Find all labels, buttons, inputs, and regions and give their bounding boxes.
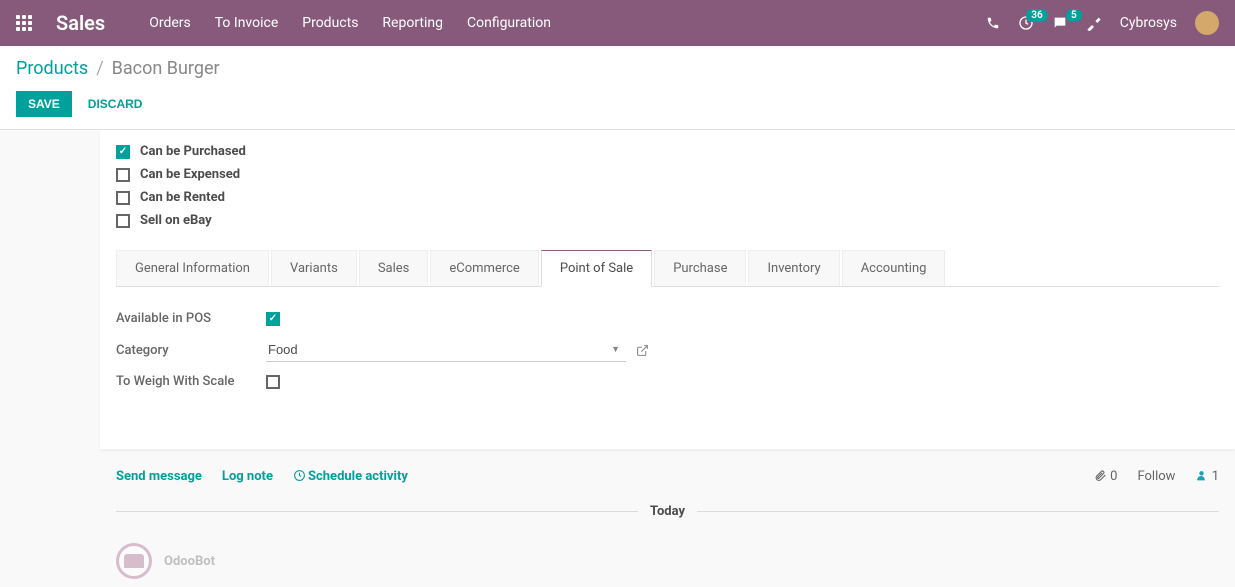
checkbox-icon[interactable] <box>116 168 130 182</box>
user-avatar[interactable] <box>1195 11 1219 35</box>
external-link-icon[interactable] <box>636 344 649 357</box>
menu-reporting[interactable]: Reporting <box>382 15 443 31</box>
followers-count[interactable]: 1 <box>1195 469 1219 484</box>
breadcrumb-current: Bacon Burger <box>112 58 220 79</box>
checkbox-label: Sell on eBay <box>140 213 212 228</box>
checkbox-icon[interactable] <box>116 191 130 205</box>
chat-badge: 5 <box>1066 9 1082 22</box>
menu-to-invoice[interactable]: To Invoice <box>215 15 279 31</box>
attachments-button[interactable]: 0 <box>1094 469 1118 484</box>
tab-content-pos: Available in POS Category ▼ To Weigh Wit… <box>116 287 1219 425</box>
tab-general-information[interactable]: General Information <box>116 250 269 287</box>
left-gutter <box>0 130 100 449</box>
checkbox-label: Can be Purchased <box>140 144 246 159</box>
chat-icon[interactable]: 5 <box>1052 15 1068 31</box>
dropdown-caret-icon[interactable]: ▼ <box>611 344 620 355</box>
weigh-checkbox[interactable] <box>266 375 280 389</box>
breadcrumb: Products / Bacon Burger <box>0 46 1235 91</box>
checkbox-icon[interactable] <box>116 145 130 159</box>
chatter: Send message Log note Schedule activity … <box>100 449 1235 587</box>
checkbox-label: Can be Rented <box>140 190 225 205</box>
message-author: OdooBot <box>164 554 215 569</box>
message-row: OdooBot <box>116 535 1219 587</box>
send-message-button[interactable]: Send message <box>116 469 202 484</box>
left-gutter-chatter <box>0 449 100 587</box>
tab-purchase[interactable]: Purchase <box>654 250 746 287</box>
available-pos-checkbox[interactable] <box>266 312 280 326</box>
breadcrumb-root[interactable]: Products <box>16 58 88 79</box>
menu-products[interactable]: Products <box>302 15 358 31</box>
field-label-available-pos: Available in POS <box>116 311 266 326</box>
tools-icon[interactable] <box>1086 15 1102 31</box>
top-navbar: Sales Orders To Invoice Products Reporti… <box>0 0 1235 46</box>
action-bar: SAVE DISCARD <box>0 91 1235 130</box>
phone-icon[interactable] <box>986 16 1000 30</box>
follow-button[interactable]: Follow <box>1137 469 1175 484</box>
apps-icon[interactable] <box>16 15 32 31</box>
clock-badge: 36 <box>1026 9 1047 22</box>
app-brand: Sales <box>56 11 105 35</box>
option-can-be-purchased[interactable]: Can be Purchased <box>116 140 1219 163</box>
checkbox-icon[interactable] <box>116 214 130 228</box>
option-can-be-rented[interactable]: Can be Rented <box>116 186 1219 209</box>
field-label-weigh: To Weigh With Scale <box>116 374 266 389</box>
menu-configuration[interactable]: Configuration <box>467 15 551 31</box>
option-sell-on-ebay[interactable]: Sell on eBay <box>116 209 1219 232</box>
schedule-activity-button[interactable]: Schedule activity <box>293 469 408 484</box>
breadcrumb-sep: / <box>96 58 103 79</box>
tab-accounting[interactable]: Accounting <box>842 250 946 287</box>
option-can-be-expensed[interactable]: Can be Expensed <box>116 163 1219 186</box>
discard-button[interactable]: DISCARD <box>84 91 147 117</box>
username[interactable]: Cybrosys <box>1120 15 1177 31</box>
bot-avatar-icon <box>116 543 152 579</box>
form-sheet: Can be Purchased Can be Expensed Can be … <box>100 130 1235 449</box>
category-input[interactable] <box>266 338 626 362</box>
tab-point-of-sale[interactable]: Point of Sale <box>541 250 652 287</box>
timeline-separator: Today <box>116 504 1219 519</box>
save-button[interactable]: SAVE <box>16 91 72 117</box>
field-label-category: Category <box>116 343 266 358</box>
product-options: Can be Purchased Can be Expensed Can be … <box>116 130 1219 242</box>
menu-orders[interactable]: Orders <box>149 15 191 31</box>
tab-variants[interactable]: Variants <box>271 250 357 287</box>
tab-ecommerce[interactable]: eCommerce <box>430 250 538 287</box>
tab-inventory[interactable]: Inventory <box>748 250 839 287</box>
checkbox-label: Can be Expensed <box>140 167 240 182</box>
log-note-button[interactable]: Log note <box>222 469 273 484</box>
main-menu: Orders To Invoice Products Reporting Con… <box>149 15 551 31</box>
product-tabs: General Information Variants Sales eComm… <box>116 250 1219 287</box>
clock-icon[interactable]: 36 <box>1018 15 1034 31</box>
tab-sales[interactable]: Sales <box>359 250 429 287</box>
